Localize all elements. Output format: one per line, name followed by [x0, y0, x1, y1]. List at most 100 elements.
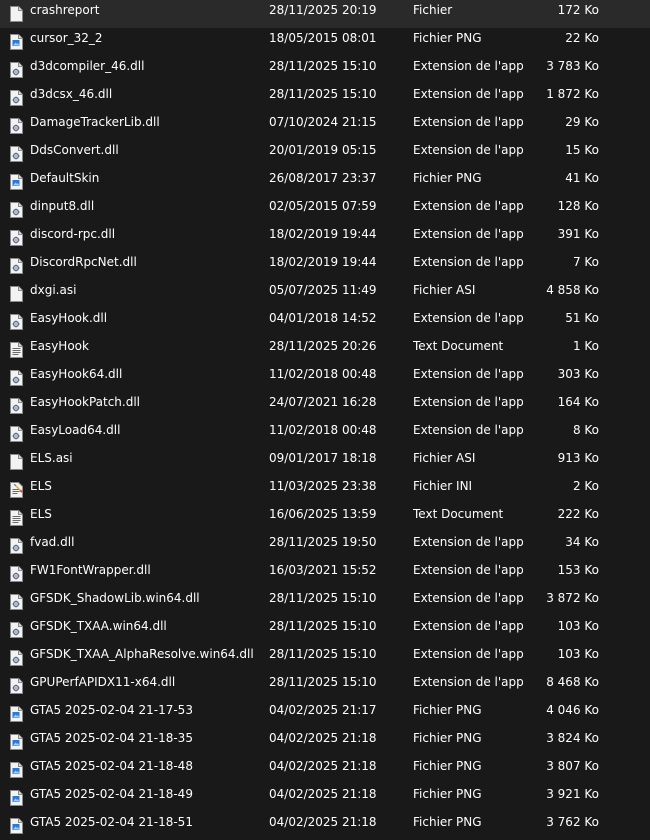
- dll-file-icon: [10, 398, 23, 414]
- file-date: 04/02/2025 21:18: [269, 759, 377, 773]
- file-name: fvad.dll: [30, 535, 75, 549]
- file-size: 8 468 Ko: [546, 675, 599, 689]
- file-type: Fichier INI: [413, 479, 473, 493]
- file-name: DamageTrackerLib.dll: [30, 115, 160, 129]
- file-date: 11/02/2018 00:48: [269, 423, 377, 437]
- file-row[interactable]: GFSDK_TXAA.win64.dll 28/11/2025 15:10 Ex…: [0, 616, 650, 644]
- file-name: dxgi.asi: [30, 283, 77, 297]
- png-file-icon: [10, 706, 23, 722]
- dll-file-icon: [10, 314, 23, 330]
- file-row[interactable]: FW1FontWrapper.dll 16/03/2021 15:52 Exte…: [0, 560, 650, 588]
- file-type: Text Document: [413, 507, 504, 521]
- text-file-icon: [10, 342, 23, 358]
- file-row[interactable]: ELS 11/03/2025 23:38 Fichier INI 2 Ko: [0, 476, 650, 504]
- file-name: dinput8.dll: [30, 199, 95, 213]
- file-date: 18/05/2015 08:01: [269, 31, 377, 45]
- file-size: 7 Ko: [572, 255, 599, 269]
- file-name: GTA5 2025-02-04 21-18-51: [30, 815, 193, 829]
- file-row[interactable]: GTA5 2025-02-04 21-17-53 04/02/2025 21:1…: [0, 700, 650, 728]
- file-type: Extension de l'app...: [413, 563, 523, 577]
- file-row[interactable]: GTA5 2025-02-04 21-18-48 04/02/2025 21:1…: [0, 756, 650, 784]
- file-name: DefaultSkin: [30, 171, 100, 185]
- file-row[interactable]: dxgi.asi 05/07/2025 11:49 Fichier ASI 4 …: [0, 280, 650, 308]
- file-row[interactable]: EasyLoad64.dll 11/02/2018 00:48 Extensio…: [0, 420, 650, 448]
- file-row[interactable]: EasyHook.dll 04/01/2018 14:52 Extension …: [0, 308, 650, 336]
- file-size: 4 858 Ko: [546, 283, 599, 297]
- file-row[interactable]: GTA5 2025-02-04 21-18-51 04/02/2025 21:1…: [0, 812, 650, 840]
- file-row[interactable]: GFSDK_TXAA_AlphaResolve.win64.dll 28/11/…: [0, 644, 650, 672]
- dll-file-icon: [10, 230, 23, 246]
- file-row[interactable]: GTA5 2025-02-04 21-18-35 04/02/2025 21:1…: [0, 728, 650, 756]
- dll-file-icon: [10, 118, 23, 134]
- generic-file-icon: [10, 454, 23, 470]
- file-row[interactable]: d3dcompiler_46.dll 28/11/2025 15:10 Exte…: [0, 56, 650, 84]
- file-row[interactable]: DdsConvert.dll 20/01/2019 05:15 Extensio…: [0, 140, 650, 168]
- file-row[interactable]: ELS.asi 09/01/2017 18:18 Fichier ASI 913…: [0, 448, 650, 476]
- png-file-icon: [10, 762, 23, 778]
- file-row[interactable]: GFSDK_ShadowLib.win64.dll 28/11/2025 15:…: [0, 588, 650, 616]
- text-file-icon: [10, 510, 23, 526]
- file-size: 153 Ko: [557, 563, 599, 577]
- file-size: 2 Ko: [572, 479, 599, 493]
- file-row[interactable]: discord-rpc.dll 18/02/2019 19:44 Extensi…: [0, 224, 650, 252]
- file-row[interactable]: DiscordRpcNet.dll 18/02/2019 19:44 Exten…: [0, 252, 650, 280]
- file-type: Extension de l'app...: [413, 59, 523, 73]
- file-type: Fichier PNG: [413, 31, 482, 45]
- file-row[interactable]: DamageTrackerLib.dll 07/10/2024 21:15 Ex…: [0, 112, 650, 140]
- file-date: 28/11/2025 15:10: [269, 591, 377, 605]
- file-date: 28/11/2025 20:26: [269, 339, 377, 353]
- file-size: 172 Ko: [557, 3, 599, 17]
- file-type: Fichier PNG: [413, 759, 482, 773]
- file-type: Text Document: [413, 339, 504, 353]
- file-row[interactable]: GPUPerfAPIDX11-x64.dll 28/11/2025 15:10 …: [0, 672, 650, 700]
- dll-file-icon: [10, 426, 23, 442]
- dll-file-icon: [10, 594, 23, 610]
- file-date: 28/11/2025 19:50: [269, 535, 377, 549]
- dll-file-icon: [10, 538, 23, 554]
- file-date: 09/01/2017 18:18: [269, 451, 377, 465]
- dll-file-icon: [10, 650, 23, 666]
- file-size: 3 921 Ko: [546, 787, 599, 801]
- file-row[interactable]: GTA5 2025-02-04 21-18-49 04/02/2025 21:1…: [0, 784, 650, 812]
- file-name: DdsConvert.dll: [30, 143, 119, 157]
- file-type: Extension de l'app...: [413, 367, 523, 381]
- file-size: 3 807 Ko: [546, 759, 599, 773]
- file-row[interactable]: ELS 16/06/2025 13:59 Text Document 222 K…: [0, 504, 650, 532]
- file-size: 103 Ko: [557, 619, 599, 633]
- file-row[interactable]: DefaultSkin 26/08/2017 23:37 Fichier PNG…: [0, 168, 650, 196]
- file-name: GFSDK_ShadowLib.win64.dll: [30, 591, 200, 605]
- png-file-icon: [10, 818, 23, 834]
- file-type: Fichier PNG: [413, 703, 482, 717]
- file-name: DiscordRpcNet.dll: [30, 255, 137, 269]
- file-row[interactable]: fvad.dll 28/11/2025 19:50 Extension de l…: [0, 532, 650, 560]
- file-row[interactable]: EasyHookPatch.dll 24/07/2021 16:28 Exten…: [0, 392, 650, 420]
- file-row[interactable]: d3dcsx_46.dll 28/11/2025 15:10 Extension…: [0, 84, 650, 112]
- file-row[interactable]: dinput8.dll 02/05/2015 07:59 Extension d…: [0, 196, 650, 224]
- file-date: 26/08/2017 23:37: [269, 171, 377, 185]
- file-type: Extension de l'app...: [413, 115, 523, 129]
- ini-file-icon: [10, 482, 23, 498]
- file-date: 28/11/2025 15:10: [269, 619, 377, 633]
- file-type: Extension de l'app...: [413, 675, 523, 689]
- file-type: Fichier ASI: [413, 283, 476, 297]
- file-row[interactable]: cursor_32_2 18/05/2015 08:01 Fichier PNG…: [0, 28, 650, 56]
- png-file-icon: [10, 174, 23, 190]
- file-size: 128 Ko: [557, 199, 599, 213]
- file-name: EasyHookPatch.dll: [30, 395, 141, 409]
- file-size: 3 783 Ko: [546, 59, 599, 73]
- dll-file-icon: [10, 146, 23, 162]
- file-type: Extension de l'app...: [413, 255, 523, 269]
- file-list: crashreport 28/11/2025 20:19 Fichier 172…: [0, 0, 650, 840]
- dll-file-icon: [10, 566, 23, 582]
- file-name: FW1FontWrapper.dll: [30, 563, 151, 577]
- file-row[interactable]: crashreport 28/11/2025 20:19 Fichier 172…: [0, 0, 650, 28]
- file-type: Fichier ASI: [413, 451, 476, 465]
- dll-file-icon: [10, 678, 23, 694]
- file-date: 04/02/2025 21:17: [269, 703, 377, 717]
- file-date: 20/01/2019 05:15: [269, 143, 377, 157]
- generic-file-icon: [10, 6, 23, 22]
- file-row[interactable]: EasyHook 28/11/2025 20:26 Text Document …: [0, 336, 650, 364]
- file-size: 3 762 Ko: [546, 815, 599, 829]
- file-size: 34 Ko: [565, 535, 599, 549]
- file-row[interactable]: EasyHook64.dll 11/02/2018 00:48 Extensio…: [0, 364, 650, 392]
